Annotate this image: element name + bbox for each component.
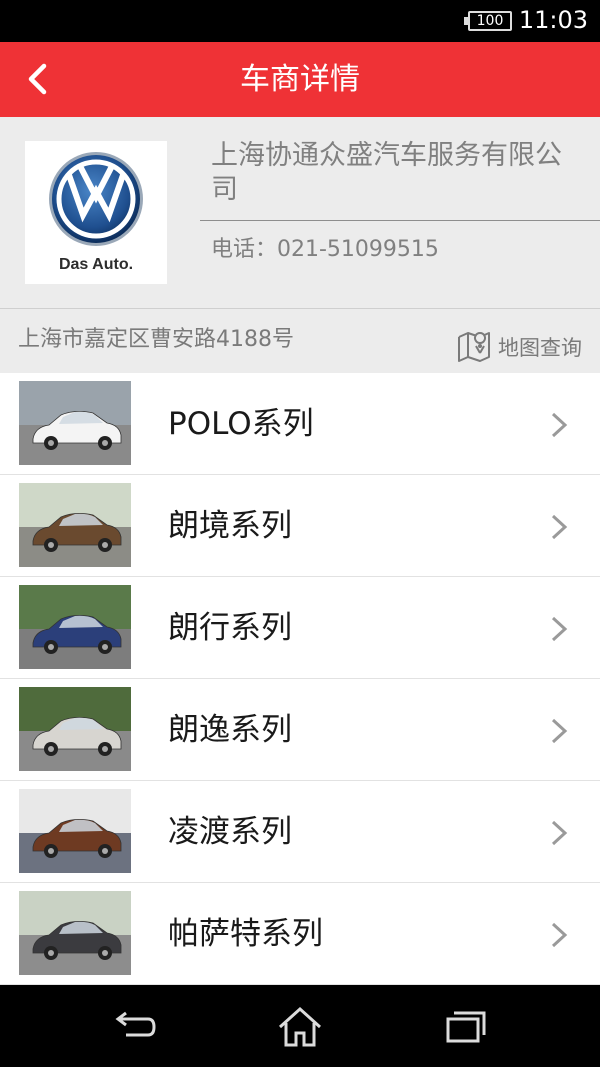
chevron-right-icon — [548, 920, 570, 950]
car-image-icon — [19, 483, 131, 567]
series-row[interactable]: 朗境系列 — [0, 475, 600, 577]
chevron-right-icon — [548, 512, 570, 542]
back-arrow-icon — [115, 1011, 156, 1037]
series-name: POLO系列 — [168, 406, 314, 442]
address-bar: 上海市嘉定区曹安路4188号 地图查询 — [0, 309, 600, 373]
dealer-name: 上海协通众盛汽车服务有限公司 — [211, 140, 562, 205]
series-row[interactable]: 帕萨特系列 — [0, 883, 600, 985]
battery-indicator: 100 — [464, 11, 512, 31]
dealer-card: Das Auto. 上海协通众盛汽车服务有限公司 电话：021-51099515 — [0, 117, 600, 309]
car-thumbnail — [19, 687, 131, 771]
map-pin-icon — [458, 332, 490, 362]
car-image-icon — [19, 585, 131, 669]
car-image-icon — [19, 891, 131, 975]
chevron-right-icon — [548, 410, 570, 440]
chevron-right-icon — [548, 716, 570, 746]
car-image-icon — [19, 381, 131, 465]
dealer-phone[interactable]: 电话：021-51099515 — [211, 235, 439, 265]
chevron-right-icon — [548, 614, 570, 644]
recent-apps-button[interactable] — [442, 1005, 490, 1049]
series-name: 帕萨特系列 — [168, 916, 323, 952]
dealer-logo: Das Auto. — [25, 141, 167, 284]
clock: 11:03 — [518, 6, 588, 34]
app-header: 车商详情 — [0, 42, 600, 117]
car-thumbnail — [19, 891, 131, 975]
car-image-icon — [19, 789, 131, 873]
page-title: 车商详情 — [240, 62, 360, 97]
home-nav-button[interactable] — [276, 1005, 324, 1049]
dealer-address: 上海市嘉定区曹安路4188号 — [18, 327, 294, 352]
car-thumbnail — [19, 585, 131, 669]
series-row[interactable]: POLO系列 — [0, 373, 600, 475]
series-name: 朗逸系列 — [168, 712, 292, 748]
divider — [200, 220, 600, 221]
recent-apps-icon — [446, 1011, 486, 1043]
car-thumbnail — [19, 381, 131, 465]
series-name: 朗境系列 — [168, 508, 292, 544]
car-thumbnail — [19, 789, 131, 873]
car-image-icon — [19, 687, 131, 771]
back-nav-button[interactable] — [110, 1005, 158, 1049]
chevron-right-icon — [548, 818, 570, 848]
series-row[interactable]: 凌渡系列 — [0, 781, 600, 883]
series-row[interactable]: 朗行系列 — [0, 577, 600, 679]
car-thumbnail — [19, 483, 131, 567]
series-name: 凌渡系列 — [168, 814, 292, 850]
map-query-label: 地图查询 — [498, 336, 582, 360]
status-bar: 100 11:03 — [0, 0, 600, 42]
series-list: POLO系列 朗境系列朗行系列朗逸系列凌渡系列帕萨特系列 — [0, 373, 600, 985]
map-query-button[interactable]: 地图查询 — [456, 329, 582, 365]
brand-slogan: Das Auto. — [58, 256, 134, 273]
home-icon — [278, 1006, 322, 1047]
system-nav-bar — [0, 985, 600, 1067]
series-name: 朗行系列 — [168, 610, 292, 646]
series-row[interactable]: 朗逸系列 — [0, 679, 600, 781]
